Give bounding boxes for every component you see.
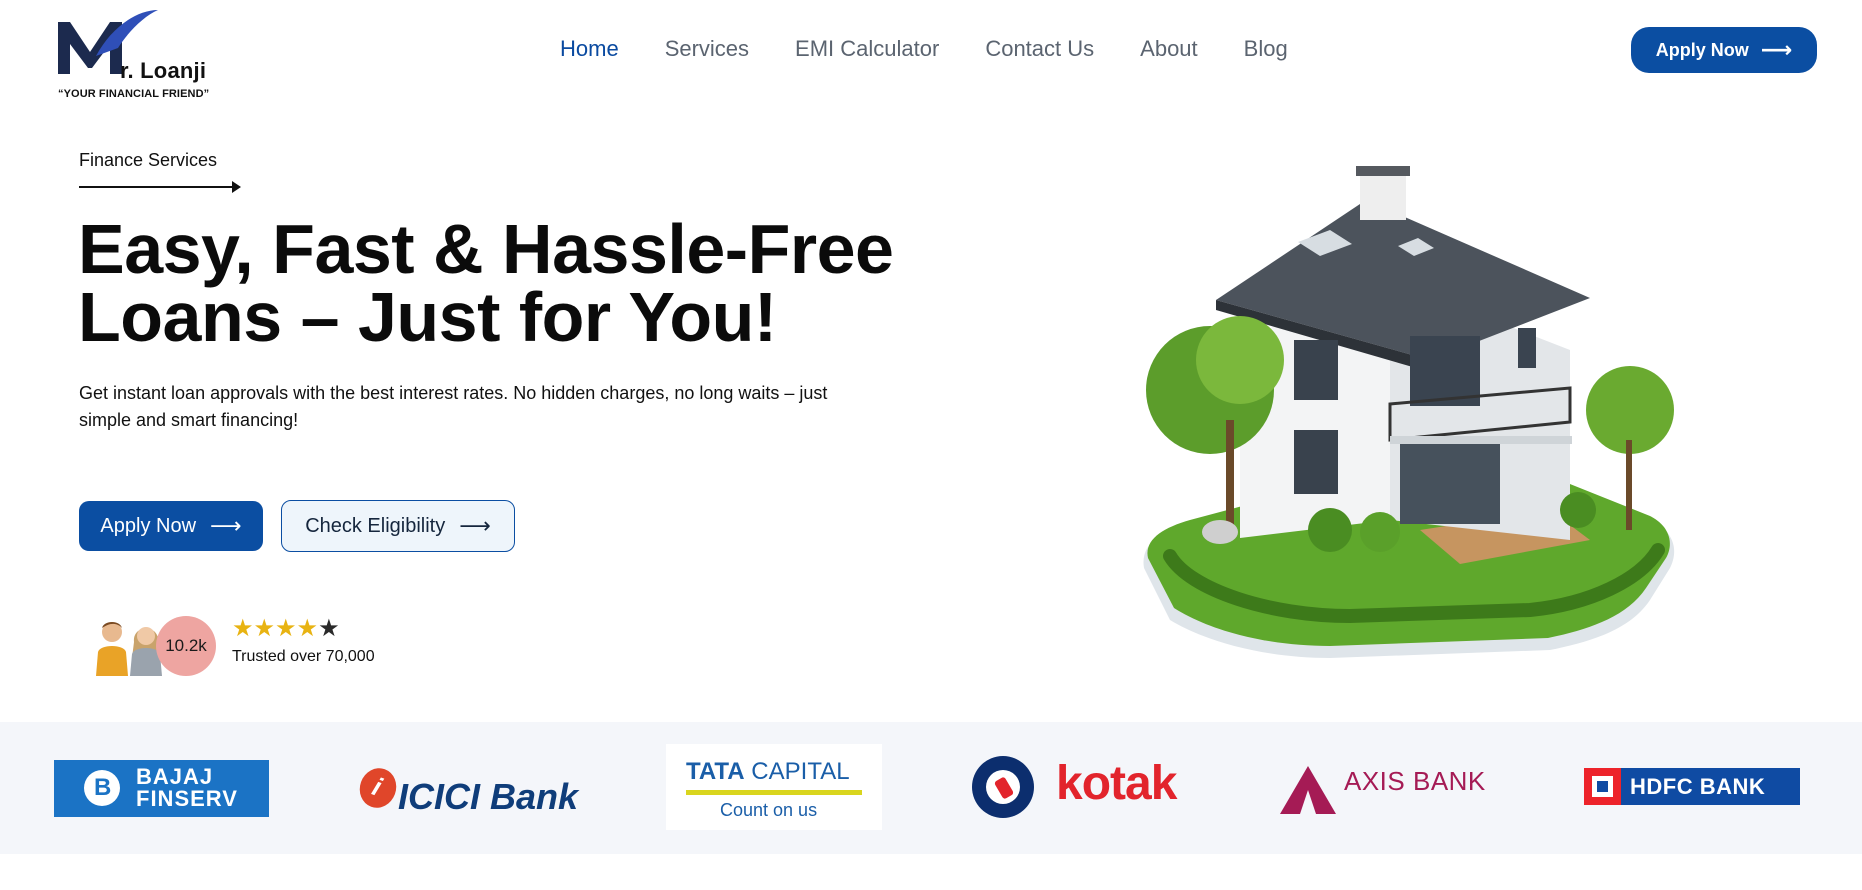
hero-eyebrow: Finance Services	[79, 150, 218, 170]
header-apply-now-label: Apply Now	[1655, 39, 1749, 60]
arrow-right-icon: ⟶	[459, 513, 491, 538]
arrow-right-icon: ⟶	[210, 513, 242, 538]
icici-logo-text: ICICI Bank	[398, 776, 579, 817]
axis-bank-logo: AXIS BANK	[1278, 760, 1498, 816]
brand-logo[interactable]: r. Loanji “YOUR FINANCIAL FRIEND”	[56, 8, 226, 100]
hero-apply-now-button[interactable]: Apply Now ⟶	[79, 501, 263, 551]
kotak-logo-text: kotak	[1056, 757, 1177, 810]
tata-capital-logo: TATA CAPITAL Count on us	[666, 744, 882, 830]
axis-a-icon	[1280, 766, 1336, 814]
arrow-right-icon: ⟶	[1760, 37, 1793, 62]
nav-emi-calculator[interactable]: EMI Calculator	[795, 36, 939, 62]
nav-services[interactable]: Services	[665, 36, 749, 62]
user-count-badge: 10.2k	[156, 616, 216, 676]
nav-blog[interactable]: Blog	[1244, 36, 1288, 62]
avatar-group: 10.2k	[84, 614, 216, 678]
check-eligibility-label: Check Eligibility	[305, 514, 446, 537]
nav-about[interactable]: About	[1140, 36, 1198, 62]
star-icon: ★	[318, 615, 340, 642]
axis-logo-text: AXIS BANK	[1344, 766, 1486, 796]
logo-tagline: “YOUR FINANCIAL FRIEND”	[58, 88, 210, 100]
hero-title-line2: Loans – Just for You!	[78, 278, 777, 356]
kotak-logo: kotak	[972, 754, 1192, 824]
star-icon: ★	[232, 615, 254, 642]
house-illustration-icon	[1143, 166, 1675, 658]
eyebrow-arrow-icon	[79, 181, 241, 193]
nav-home[interactable]: Home	[560, 36, 619, 62]
star-icon: ★	[296, 615, 319, 642]
nav-contact-us[interactable]: Contact Us	[985, 36, 1094, 62]
icici-i-icon	[354, 763, 402, 813]
tata-underline	[686, 790, 862, 795]
star-icon: ★	[275, 615, 297, 642]
trust-text: Trusted over 70,000	[232, 648, 375, 665]
hdfc-square-icon	[1584, 768, 1621, 805]
header-apply-now-button[interactable]: Apply Now ⟶	[1631, 27, 1817, 73]
tata-word: TATA	[686, 758, 745, 785]
bajaj-logo-text: BAJAJ FINSERV	[136, 764, 238, 811]
hero-title: Easy, Fast & Hassle-Free Loans – Just fo…	[78, 210, 978, 356]
tata-slogan: Count on us	[720, 800, 818, 820]
hero-apply-now-label: Apply Now	[100, 514, 197, 537]
star-icon: ★	[253, 615, 276, 642]
rating-stars: ★★★★★	[232, 614, 340, 643]
hero-subtitle: Get instant loan approvals with the best…	[79, 383, 828, 430]
tata-logo-text: TATA CAPITAL	[686, 758, 850, 786]
icici-bank-logo: ICICI Bank	[354, 762, 579, 822]
hdfc-bank-logo: HDFC BANK	[1584, 768, 1800, 805]
check-eligibility-button[interactable]: Check Eligibility ⟶	[281, 500, 515, 552]
hdfc-logo-text: HDFC BANK	[1630, 774, 1766, 799]
bajaj-finserv-logo: BAJAJ FINSERV	[54, 760, 269, 817]
bajaj-b-icon	[84, 770, 120, 806]
logo-name: r. Loanji	[120, 58, 207, 83]
kotak-infinity-icon	[972, 756, 1034, 818]
hero-title-line1: Easy, Fast & Hassle-Free	[78, 210, 894, 288]
capital-word: CAPITAL	[744, 758, 850, 785]
main-nav: Home Services EMI Calculator Contact Us …	[560, 36, 1288, 62]
partner-banks-strip: BAJAJ FINSERV ICICI Bank TATA CAPITAL Co…	[0, 722, 1862, 854]
